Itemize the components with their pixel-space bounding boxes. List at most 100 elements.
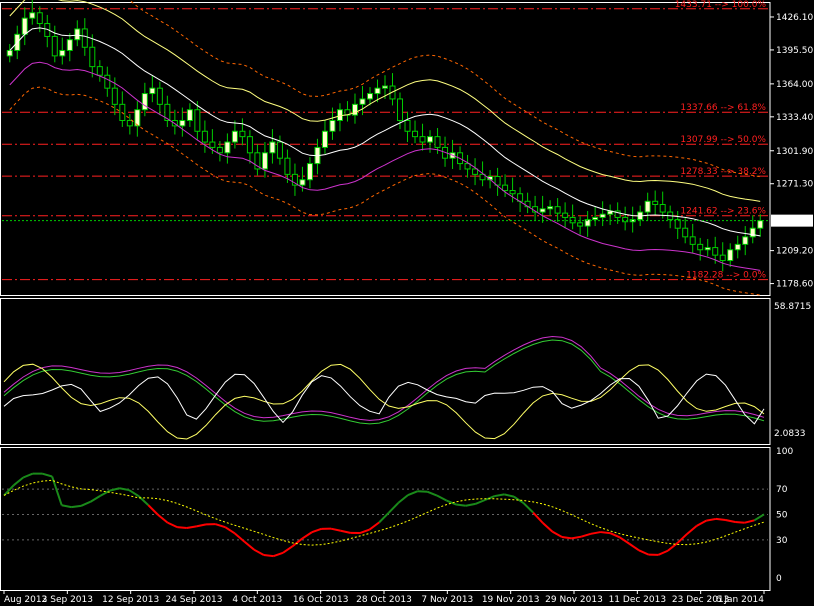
rsi-tick-label: 100 xyxy=(776,447,793,457)
bear-candle xyxy=(712,247,719,256)
price-tick-label: 1178.60 xyxy=(776,280,813,290)
bull-candle xyxy=(66,39,73,51)
bull-candle xyxy=(599,213,606,218)
bull-candle xyxy=(321,130,328,148)
bull-candle xyxy=(742,236,749,245)
price-tick-label: 1271.30 xyxy=(776,180,813,190)
rsi-segment xyxy=(600,531,611,535)
rsi-tick-label: 70 xyxy=(776,485,788,495)
bear-candle xyxy=(36,12,43,25)
bull-candle xyxy=(592,216,599,221)
rsi-segment xyxy=(715,517,726,522)
bull-candle xyxy=(382,85,388,89)
bear-candle xyxy=(434,136,441,148)
bear-candle xyxy=(412,130,419,138)
bull-candle xyxy=(134,109,141,127)
bear-candle xyxy=(697,243,704,251)
bear-candle xyxy=(104,74,111,89)
bear-candle xyxy=(111,87,118,105)
bull-candle xyxy=(59,49,66,57)
bull-candle xyxy=(374,87,381,95)
bear-candle xyxy=(562,212,569,218)
bear-candle xyxy=(194,109,201,132)
bear-candle xyxy=(209,141,216,148)
bear-candle xyxy=(404,119,411,132)
fib-label: 1241.62 --> 23.6% xyxy=(680,207,766,217)
bull-candle xyxy=(269,141,276,154)
price-tick-label: 1209.20 xyxy=(776,247,813,257)
bear-candle xyxy=(89,46,96,68)
bull-candle xyxy=(359,98,366,105)
bear-candle xyxy=(554,206,561,214)
bear-candle xyxy=(719,254,726,262)
bull-candle xyxy=(366,93,373,100)
rsi-tick-label: 30 xyxy=(776,536,788,546)
bull-candle xyxy=(749,227,756,238)
bear-candle xyxy=(509,190,516,195)
bear-candle xyxy=(81,28,88,48)
bear-candle xyxy=(276,141,283,159)
bear-candle xyxy=(201,130,208,143)
bear-candle xyxy=(502,184,509,192)
trading-chart[interactable]: 1426.10 1395.50 1364.00 1333.40 1301.90 1271.… xyxy=(0,0,814,606)
fib-label: 1433.71 --> 100.0% xyxy=(675,0,767,10)
bull-candle xyxy=(727,249,734,262)
fib-label: 1182.28 --> 0.0% xyxy=(686,271,766,281)
rsi-segment xyxy=(735,521,745,524)
bear-candle xyxy=(659,204,666,213)
time-tick-label: 16 Oct 2013 xyxy=(293,595,349,605)
bull-candle xyxy=(29,12,36,19)
price-tick-label: 1426.10 xyxy=(776,13,813,23)
bull-candle xyxy=(6,49,13,57)
bear-candle xyxy=(96,66,103,76)
bear-candle xyxy=(284,157,291,175)
fib-label: 1337.66 --> 61.8% xyxy=(680,103,766,113)
rsi-segment xyxy=(456,503,466,507)
bear-candle xyxy=(397,98,404,121)
bull-candle xyxy=(547,206,554,210)
price-tick-label: 1395.50 xyxy=(776,46,813,56)
time-tick-label: 24 Sep 2013 xyxy=(165,595,222,605)
bear-candle xyxy=(577,222,584,227)
bear-candle xyxy=(682,227,689,238)
bear-candle xyxy=(652,200,659,206)
rsi-segment xyxy=(71,504,82,509)
price-tick-label: 1333.40 xyxy=(776,113,813,123)
bear-candle xyxy=(419,136,426,143)
rsi-tick-label: 50 xyxy=(776,511,788,521)
bear-candle xyxy=(569,216,576,224)
bear-candle xyxy=(239,130,246,138)
bull-candle xyxy=(186,109,193,121)
time-tick-label: 4 Oct 2013 xyxy=(232,595,282,605)
time-tick-label: 29 Nov 2013 xyxy=(545,595,603,605)
time-tick-label: 11 Dec 2013 xyxy=(609,595,667,605)
bear-candle xyxy=(216,146,223,154)
bull-candle xyxy=(539,208,546,213)
bull-candle xyxy=(149,87,156,95)
bear-candle xyxy=(156,87,163,105)
bull-candle xyxy=(74,28,81,41)
current-price-label: 1237.03 xyxy=(774,217,811,227)
bull-candle xyxy=(179,119,186,127)
bull-candle xyxy=(427,136,434,143)
bull-candle xyxy=(704,247,711,251)
bull-candle xyxy=(644,200,651,213)
rsi-tick-label: 0 xyxy=(776,574,782,584)
time-tick-label: 2 Sep 2013 xyxy=(42,595,93,605)
time-tick-label: 12 Sep 2013 xyxy=(102,595,159,605)
rsi-segment xyxy=(417,490,428,493)
time-tick-label: 6 Jan 2014 xyxy=(716,595,764,605)
bear-candle xyxy=(126,119,133,127)
fib-label: 1307.99 --> 50.0% xyxy=(680,135,766,145)
bull-candle xyxy=(21,17,28,35)
bull-candle xyxy=(306,163,313,181)
time-tick-label: 28 Oct 2013 xyxy=(356,595,412,605)
bull-candle xyxy=(734,243,741,251)
bear-candle xyxy=(689,236,696,245)
adx-bottom-label: 2.0833 xyxy=(774,429,806,439)
bull-candle xyxy=(231,130,238,143)
bear-candle xyxy=(472,168,479,175)
bear-candle xyxy=(246,136,253,154)
rsi-segment xyxy=(561,536,572,540)
price-tick-label: 1364.00 xyxy=(776,80,813,90)
